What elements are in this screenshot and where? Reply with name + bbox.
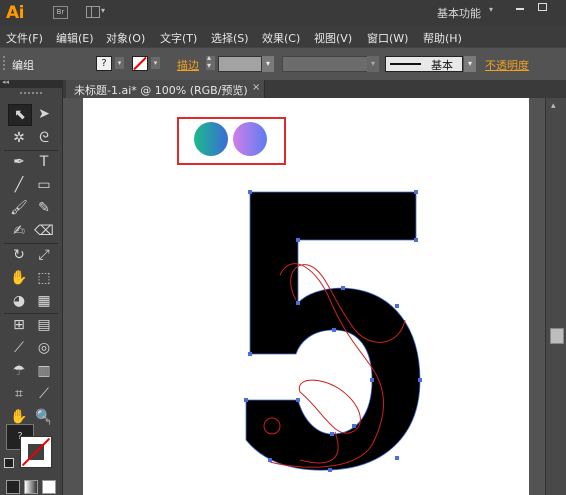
glyph-five-artwork[interactable] (0, 0, 566, 495)
scroll-up-icon[interactable]: ▴ (551, 101, 556, 111)
scroll-thumb[interactable] (550, 328, 564, 344)
vertical-scrollbar[interactable]: ▴ (545, 98, 566, 495)
